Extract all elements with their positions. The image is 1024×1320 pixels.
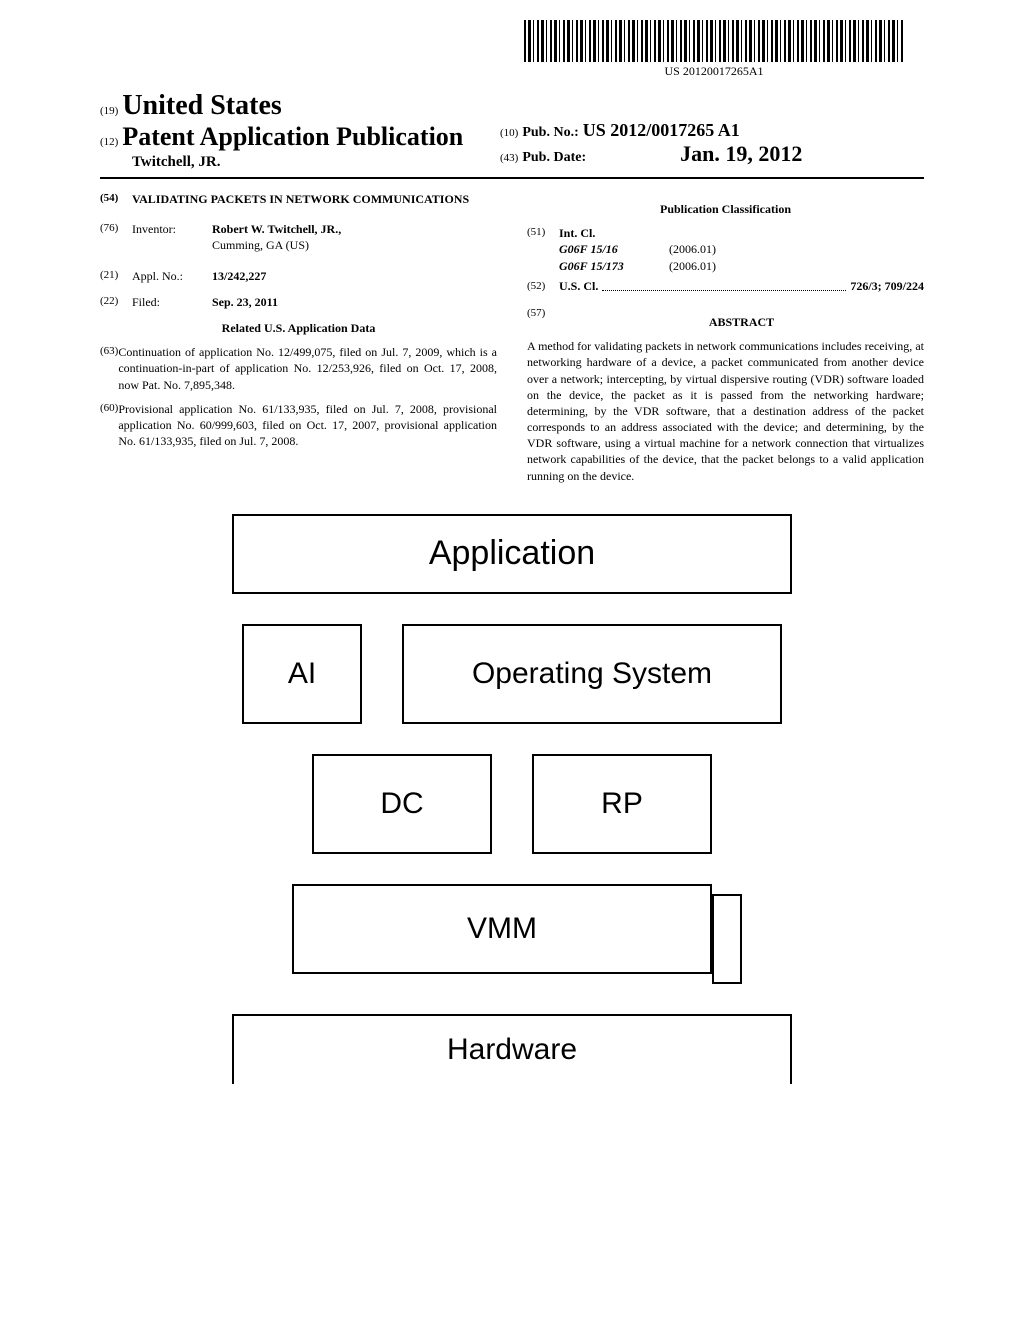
filed-label: Filed:: [132, 294, 212, 310]
code-43: (43): [500, 152, 518, 164]
diagram-application-box: Application: [232, 514, 792, 594]
diagram-dc-box: DC: [312, 754, 492, 854]
inventor-name: Robert W. Twitchell, JR.,: [212, 222, 341, 236]
appl-no-value: 13/242,227: [212, 268, 266, 284]
code-57: (57): [527, 306, 559, 338]
diagram-ai-box: AI: [242, 624, 362, 724]
code-19: (19): [100, 105, 118, 117]
uscl-value: 726/3; 709/224: [850, 278, 924, 294]
code-63: (63): [100, 344, 118, 393]
pub-date-label: Pub. Date:: [522, 150, 586, 165]
barcode-graphic: [524, 20, 904, 62]
inventor-location: Cumming, GA (US): [212, 238, 309, 252]
diagram-hardware-box: Hardware: [232, 1014, 792, 1084]
code-22: (22): [100, 294, 132, 310]
intcl2-ver: (2006.01): [669, 258, 716, 274]
pub-no-value: US 2012/0017265 A1: [583, 120, 740, 140]
code-10: (10): [500, 127, 518, 139]
pub-no-label: Pub. No.:: [522, 125, 578, 140]
diagram-rp-box: RP: [532, 754, 712, 854]
page-content: (19) United States (12) Patent Applicati…: [0, 0, 1024, 1104]
dots-leader: [602, 290, 846, 291]
country-name: United States: [122, 90, 281, 121]
inventor-label: Inventor:: [132, 221, 212, 253]
intcl1-code: G06F 15/16: [559, 241, 669, 257]
code-21: (21): [100, 268, 132, 284]
diagram-vmm-box: VMM: [292, 884, 712, 974]
biblio-columns: (54) VALIDATING PACKETS IN NETWORK COMMU…: [100, 191, 924, 484]
left-column: (54) VALIDATING PACKETS IN NETWORK COMMU…: [100, 191, 497, 484]
continuation-text: Continuation of application No. 12/499,0…: [118, 344, 497, 393]
provisional-text: Provisional application No. 61/133,935, …: [118, 401, 497, 450]
code-51: (51): [527, 225, 559, 274]
publication-type: Patent Application Publication: [122, 122, 463, 151]
barcode-region: US 20120017265A1: [524, 20, 904, 79]
code-76: (76): [100, 221, 132, 253]
appl-no-label: Appl. No.:: [132, 268, 212, 284]
invention-title: VALIDATING PACKETS IN NETWORK COMMUNICAT…: [132, 191, 469, 207]
code-54: (54): [100, 191, 132, 207]
classification-title: Publication Classification: [527, 201, 924, 217]
intcl1-ver: (2006.01): [669, 241, 716, 257]
diagram-vmm-side-box: [712, 894, 742, 984]
intcl2-code: G06F 15/173: [559, 258, 669, 274]
pub-date-value: Jan. 19, 2012: [680, 141, 802, 166]
abstract-text: A method for validating packets in netwo…: [527, 338, 924, 484]
header-block: (19) United States (12) Patent Applicati…: [100, 90, 924, 171]
barcode-text: US 20120017265A1: [524, 64, 904, 79]
abstract-label: ABSTRACT: [559, 314, 924, 330]
right-column: Publication Classification (51) Int. Cl.…: [527, 191, 924, 484]
author-name: Twitchell, JR.: [100, 154, 463, 171]
related-data-title: Related U.S. Application Data: [100, 320, 497, 336]
header-rule: [100, 177, 924, 179]
filed-value: Sep. 23, 2011: [212, 294, 278, 310]
diagram-os-box: Operating System: [402, 624, 782, 724]
code-52: (52): [527, 279, 559, 294]
code-12: (12): [100, 136, 118, 148]
intcl-label: Int. Cl.: [559, 225, 924, 241]
code-60: (60): [100, 401, 118, 450]
uscl-label: U.S. Cl.: [559, 278, 598, 294]
figure-diagram: Application AI Operating System DC RP VM…: [202, 514, 822, 1084]
